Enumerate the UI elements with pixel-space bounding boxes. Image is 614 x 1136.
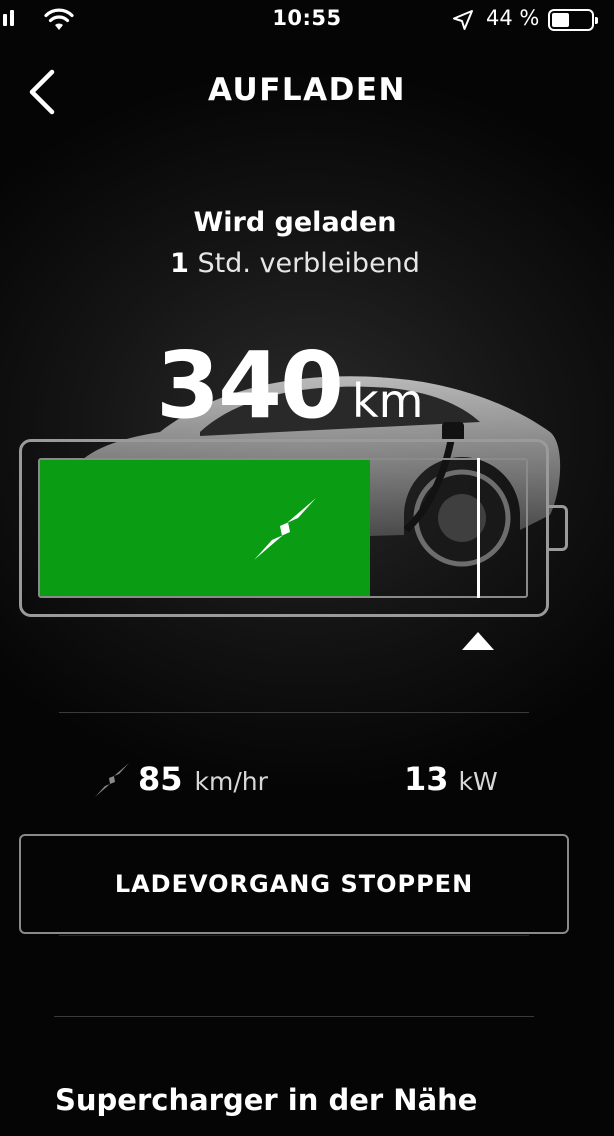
charge-power-value: 13	[404, 760, 449, 798]
charge-power: 13 kW	[404, 760, 498, 798]
battery-percentage: 44 %	[486, 6, 540, 30]
status-bar: 10:55 44 %	[0, 0, 614, 44]
charge-limit-marker	[477, 458, 480, 598]
location-arrow-icon	[453, 10, 473, 30]
range-value: 340	[156, 332, 344, 439]
divider	[59, 712, 529, 713]
range-display: 340 km	[156, 332, 424, 439]
stop-charging-button[interactable]: LADEVORGANG STOPPEN	[19, 834, 569, 934]
remaining-label: Std. verbleibend	[197, 248, 420, 279]
battery-charge-level	[40, 460, 370, 596]
charge-rate-unit: km/hr	[194, 767, 268, 796]
time-remaining: 1 Std. verbleibend	[0, 248, 590, 279]
battery-terminal	[546, 505, 568, 551]
supercharger-section-heading[interactable]: Supercharger in der Nähe	[55, 1083, 477, 1117]
page-title: AUFLADEN	[208, 72, 406, 108]
charge-power-unit: kW	[458, 767, 498, 796]
divider	[54, 1016, 534, 1017]
charge-rate-value: 85	[138, 760, 183, 798]
lightning-bolt-icon	[254, 498, 316, 560]
charging-status: Wird geladen	[193, 207, 397, 238]
divider	[59, 935, 529, 936]
range-unit: km	[352, 374, 424, 428]
charge-rate: 85 km/hr	[138, 760, 268, 798]
remaining-hours: 1	[170, 248, 189, 279]
battery-status-icon	[548, 9, 598, 31]
charge-limit-handle[interactable]	[462, 632, 494, 650]
charge-rate-icon	[95, 763, 129, 797]
